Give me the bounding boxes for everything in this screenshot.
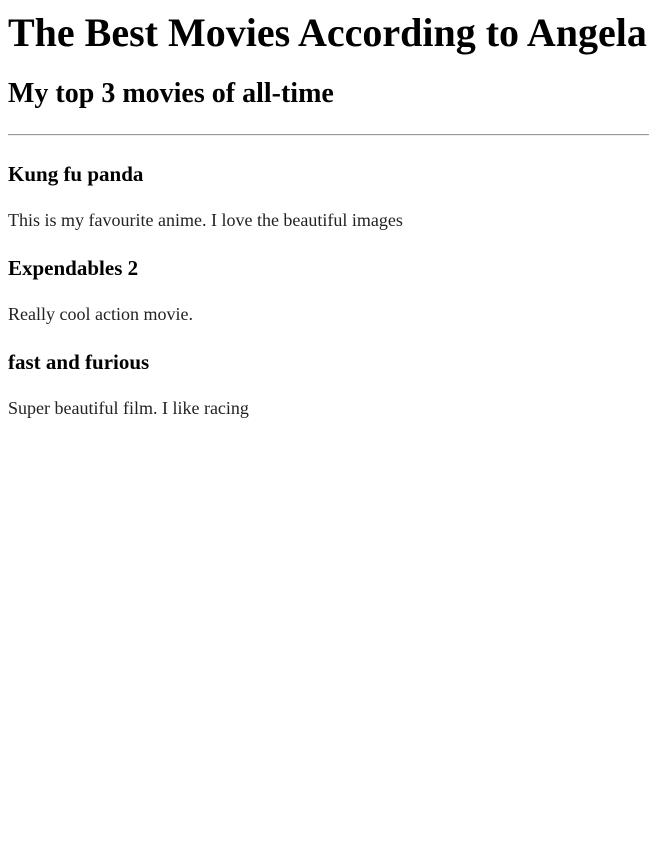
movie-title: Kung fu panda: [8, 162, 144, 186]
page-subtitle: My top 3 movies of all-time: [8, 78, 334, 109]
movie-title: fast and furious: [8, 350, 150, 374]
divider: [8, 134, 649, 136]
movie-list: Kung fu panda This is my favourite anime…: [8, 161, 649, 419]
page-content: The Best Movies According to Angela My t…: [0, 10, 657, 419]
movie-item: Kung fu panda This is my favourite anime…: [8, 161, 649, 231]
movie-description: Really cool action movie.: [8, 304, 193, 324]
movie-item: Expendables 2 Really cool action movie.: [8, 255, 649, 325]
movie-description: Super beautiful film. I like racing: [8, 398, 249, 418]
movie-description: This is my favourite anime. I love the b…: [8, 210, 403, 230]
movie-title: Expendables 2: [8, 256, 139, 280]
page-title: The Best Movies According to Angela: [8, 10, 647, 55]
movie-item: fast and furious Super beautiful film. I…: [8, 349, 649, 419]
